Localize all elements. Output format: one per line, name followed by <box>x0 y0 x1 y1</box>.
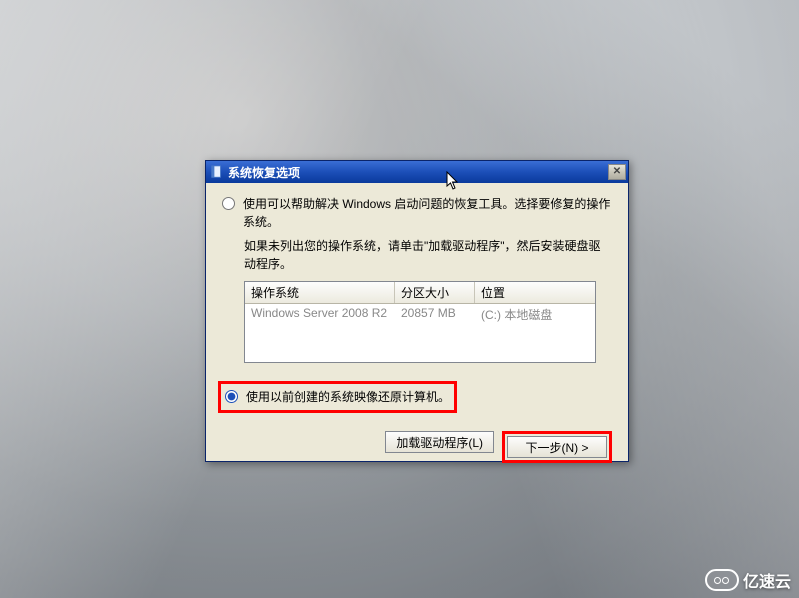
option-hint-text: 如果未列出您的操作系统，请单击"加载驱动程序"，然后安装硬盘驱动程序。 <box>244 237 612 273</box>
table-rows: Windows Server 2008 R2 20857 MB (C:) 本地磁… <box>245 304 595 362</box>
desktop-background: 系统恢复选项 ✕ 使用可以帮助解决 Windows 启动问题的恢复工具。选择要修… <box>0 0 799 598</box>
col-os[interactable]: 操作系统 <box>245 282 395 303</box>
option-restore-image-label: 使用以前创建的系统映像还原计算机。 <box>246 388 450 406</box>
cell-size: 20857 MB <box>395 304 475 325</box>
next-button-highlight: 下一步(N) > <box>502 431 612 463</box>
button-row: 加载驱动程序(L) 下一步(N) > <box>222 431 612 463</box>
table-header: 操作系统 分区大小 位置 <box>245 282 595 304</box>
option-restore-image[interactable]: 使用以前创建的系统映像还原计算机。 <box>225 388 450 406</box>
watermark-text: 亿速云 <box>743 568 791 592</box>
watermark: 亿速云 <box>705 568 791 592</box>
recovery-dialog: 系统恢复选项 ✕ 使用可以帮助解决 Windows 启动问题的恢复工具。选择要修… <box>205 160 629 462</box>
dialog-body: 使用可以帮助解决 Windows 启动问题的恢复工具。选择要修复的操作系统。 如… <box>206 183 628 473</box>
col-location[interactable]: 位置 <box>475 282 595 303</box>
load-drivers-button[interactable]: 加载驱动程序(L) <box>385 431 494 453</box>
radio-restore-image[interactable] <box>225 390 238 403</box>
close-button[interactable]: ✕ <box>608 164 626 180</box>
cell-os: Windows Server 2008 R2 <box>245 304 395 325</box>
watermark-cloud-icon <box>705 569 739 591</box>
os-table: 操作系统 分区大小 位置 Windows Server 2008 R2 2085… <box>244 281 596 363</box>
close-icon: ✕ <box>613 166 621 178</box>
option-restore-image-highlight: 使用以前创建的系统映像还原计算机。 <box>218 381 457 413</box>
table-row[interactable]: Windows Server 2008 R2 20857 MB (C:) 本地磁… <box>245 304 595 325</box>
titlebar[interactable]: 系统恢复选项 ✕ <box>206 161 628 183</box>
option-recovery-tools[interactable]: 使用可以帮助解决 Windows 启动问题的恢复工具。选择要修复的操作系统。 <box>222 195 612 231</box>
col-size[interactable]: 分区大小 <box>395 282 475 303</box>
radio-recovery-tools[interactable] <box>222 197 235 210</box>
window-title: 系统恢复选项 <box>228 164 608 181</box>
next-button[interactable]: 下一步(N) > <box>507 436 607 458</box>
app-icon <box>210 165 224 179</box>
cell-location: (C:) 本地磁盘 <box>475 304 595 325</box>
option-recovery-tools-label: 使用可以帮助解决 Windows 启动问题的恢复工具。选择要修复的操作系统。 <box>243 195 612 231</box>
